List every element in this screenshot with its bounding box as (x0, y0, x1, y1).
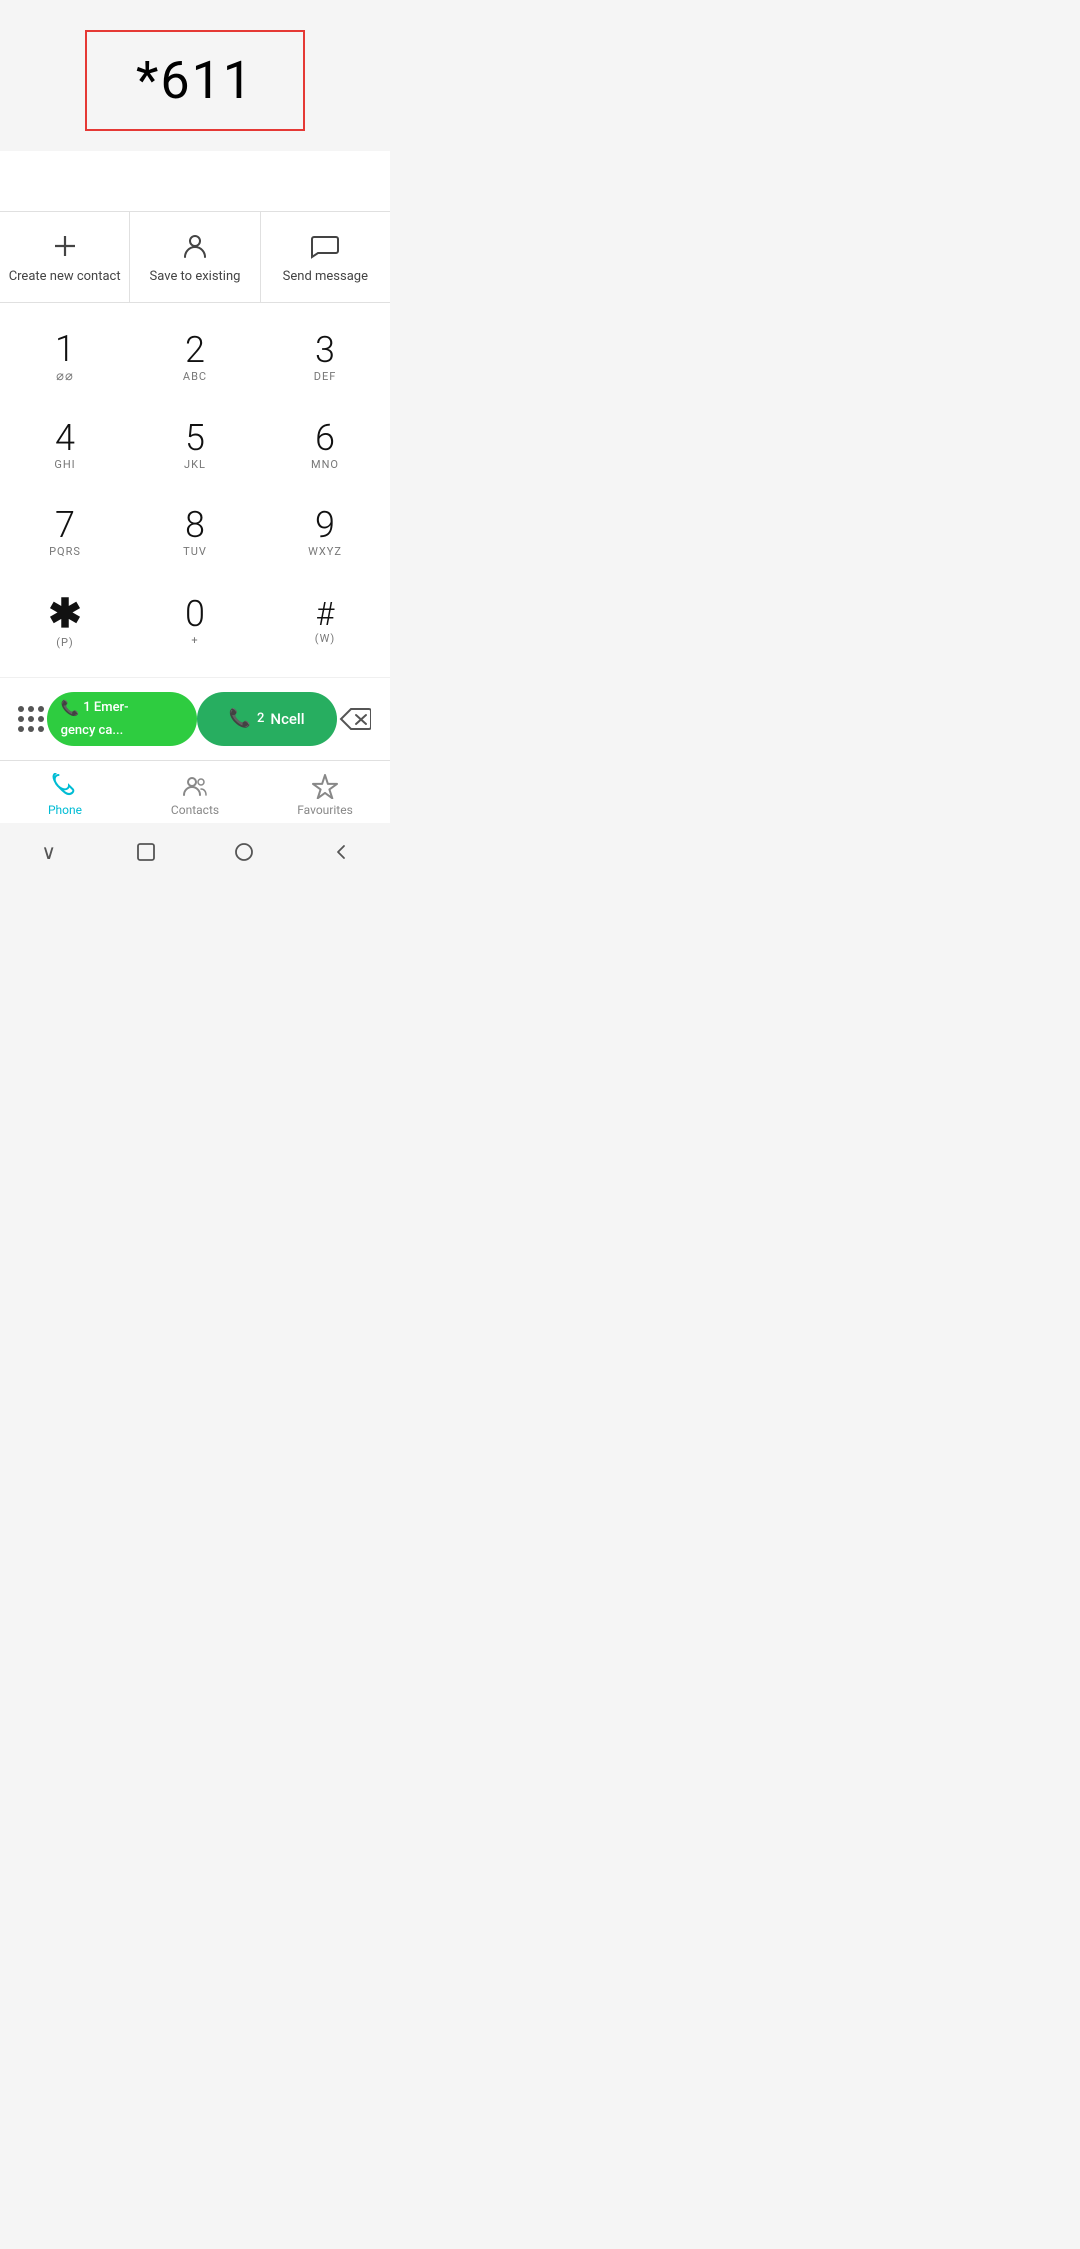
emergency-call-label-2: gency ca... (61, 723, 124, 739)
key-0[interactable]: 0 + (130, 576, 260, 667)
grid-dots-icon (18, 706, 44, 732)
ncell-number: 2 (257, 711, 264, 726)
ncell-label: Ncell (270, 710, 304, 728)
dropdown-button[interactable]: ∨ (29, 837, 69, 867)
key-1[interactable]: 1 ⌀⌀ (0, 313, 130, 402)
contacts-nav-label: Contacts (171, 803, 219, 817)
key-star[interactable]: ✱ (P) (0, 576, 130, 667)
key-7[interactable]: 7 PQRS (0, 489, 130, 576)
action-row: Create new contact Save to existing Send… (0, 211, 390, 303)
nav-favourites[interactable]: Favourites (285, 771, 365, 818)
emergency-call-button[interactable]: 📞 1 Emer- gency ca... (47, 692, 197, 746)
dial-number-box: *611 (85, 30, 305, 131)
dropdown-icon: ∨ (41, 840, 56, 864)
create-new-contact-label: Create new contact (9, 269, 121, 284)
home-button[interactable] (224, 837, 264, 867)
key-4[interactable]: 4 GHI (0, 402, 130, 489)
key-8[interactable]: 8 TUV (130, 489, 260, 576)
send-message-label: Send message (283, 269, 368, 284)
ncell-call-button[interactable]: 📞 2 Ncell (197, 692, 337, 746)
key-6[interactable]: 6 MNO (260, 402, 390, 489)
bottom-actions: 📞 1 Emer- gency ca... 📞 2 Ncell (0, 677, 390, 760)
create-contact-icon (50, 230, 80, 261)
key-9[interactable]: 9 WXYZ (260, 489, 390, 576)
contacts-nav-icon (182, 771, 208, 800)
phone-nav-icon (52, 771, 78, 800)
key-hash[interactable]: # (W) (260, 576, 390, 667)
nav-contacts[interactable]: Contacts (155, 771, 235, 818)
key-2[interactable]: 2 ABC (130, 313, 260, 402)
save-to-existing-button[interactable]: Save to existing (130, 212, 260, 302)
key-3[interactable]: 3 DEF (260, 313, 390, 402)
back-button[interactable] (321, 837, 361, 867)
key-5[interactable]: 5 JKL (130, 402, 260, 489)
keypad: 1 ⌀⌀ 2 ABC 3 DEF 4 GHI 5 JKL 6 MNO 7 PQR… (0, 303, 390, 677)
save-to-existing-icon (180, 230, 210, 261)
phone-icon-emergency: 📞 (61, 699, 80, 717)
system-nav: ∨ (0, 823, 390, 877)
recents-icon (136, 842, 156, 862)
spacer (0, 151, 390, 211)
phone-icon-ncell: 📞 (229, 708, 251, 729)
dial-number: *611 (136, 50, 254, 111)
dialpad-toggle-button[interactable] (16, 701, 47, 737)
phone-nav-label: Phone (48, 803, 82, 817)
favourites-nav-icon (312, 771, 338, 800)
nav-phone[interactable]: Phone (25, 771, 105, 818)
send-message-icon (310, 230, 340, 261)
send-message-button[interactable]: Send message (261, 212, 390, 302)
favourites-nav-label: Favourites (297, 803, 353, 817)
create-new-contact-button[interactable]: Create new contact (0, 212, 130, 302)
emergency-call-label-1: 1 Emer- (83, 700, 128, 715)
recents-button[interactable] (126, 837, 166, 867)
bottom-nav: Phone Contacts Favourites (0, 760, 390, 824)
back-icon (331, 842, 351, 862)
save-to-existing-label: Save to existing (150, 269, 241, 284)
backspace-icon (339, 707, 371, 731)
backspace-button[interactable] (337, 697, 374, 741)
dial-display: *611 (0, 0, 390, 151)
home-icon (234, 842, 254, 862)
